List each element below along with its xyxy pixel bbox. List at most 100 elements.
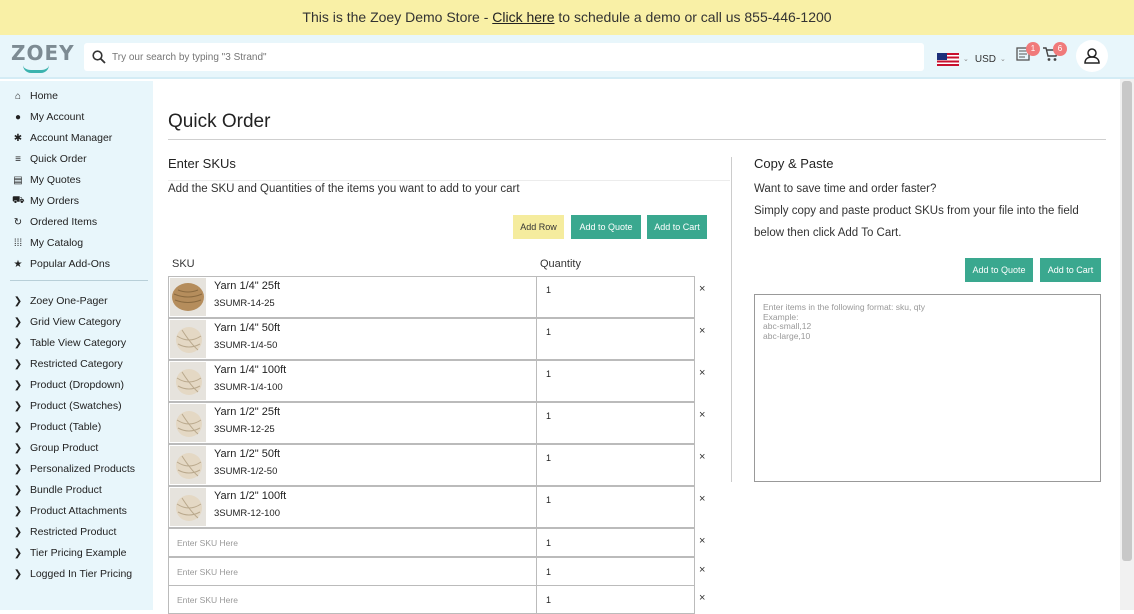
sidebar-category[interactable]: ❯ Product (Swatches) (12, 398, 122, 414)
chevron-right-icon: ❯ (13, 442, 23, 454)
sidebar-category[interactable]: ❯ Restricted Product (12, 524, 117, 540)
scrollbar-thumb[interactable] (1122, 81, 1132, 561)
search-input[interactable] (112, 47, 912, 67)
refresh-icon: ↻ (13, 216, 23, 228)
logo-text: ZOEY (11, 41, 75, 65)
quantity-input[interactable]: 1 (546, 453, 551, 463)
sidebar-item-my-catalog[interactable]: ⁞⁞⁞ My Catalog (12, 235, 83, 251)
zoey-logo[interactable]: ZOEY (11, 41, 74, 73)
sidebar-category[interactable]: ❯ Zoey One-Pager (12, 293, 108, 309)
remove-row-button[interactable]: × (699, 325, 705, 337)
chevron-right-icon: ❯ (13, 316, 23, 328)
add-to-cart-button[interactable]: Add to Cart (647, 215, 707, 239)
search-icon[interactable] (92, 50, 106, 64)
column-divider (536, 529, 537, 556)
add-row-button[interactable]: Add Row (513, 215, 564, 239)
sku-input[interactable]: Enter SKU Here (177, 595, 238, 605)
remove-row-button[interactable]: × (699, 592, 705, 604)
sidebar-item-home[interactable]: ⌂ Home (12, 88, 58, 104)
category-label: Group Product (30, 442, 99, 454)
section-vertical-divider (731, 157, 732, 482)
quote-list-button[interactable]: 1 (1015, 42, 1040, 65)
paste-add-to-cart-button[interactable]: Add to Cart (1040, 258, 1101, 282)
quote-icon: ▤ (13, 174, 23, 186)
sidebar-category[interactable]: ❯ Tier Pricing Example (12, 545, 127, 561)
sidebar-item-label: My Quotes (30, 174, 81, 186)
sidebar-category[interactable]: ❯ Grid View Category (12, 314, 121, 330)
paste-skus-textarea[interactable]: Enter items in the following format: sku… (754, 294, 1101, 482)
chevron-down-icon[interactable]: ⌄ (1000, 55, 1006, 63)
sidebar-category[interactable]: ❯ Group Product (12, 440, 99, 456)
remove-row-button[interactable]: × (699, 564, 705, 576)
cart-button[interactable]: 6 (1042, 42, 1067, 65)
product-name: Yarn 1/2" 50ft (214, 448, 281, 460)
column-divider (536, 277, 537, 317)
category-label: Product (Table) (30, 421, 102, 433)
logo-smile (23, 65, 49, 73)
column-divider (536, 403, 537, 443)
chevron-right-icon: ❯ (13, 568, 23, 580)
sku-input[interactable]: Enter SKU Here (177, 538, 238, 548)
remove-row-button[interactable]: × (699, 409, 705, 421)
enter-skus-description: Add the SKU and Quantities of the items … (168, 183, 520, 195)
yarn-ball-icon (176, 411, 202, 437)
quantity-input[interactable]: 1 (546, 285, 551, 295)
quantity-input[interactable]: 1 (546, 327, 551, 337)
chevron-right-icon: ❯ (13, 337, 23, 349)
sidebar-item-label: Ordered Items (30, 216, 98, 228)
column-divider (536, 445, 537, 485)
quantity-input[interactable]: 1 (546, 595, 551, 605)
sidebar-category[interactable]: ❯ Logged In Tier Pricing (12, 566, 132, 582)
sidebar-item-popular-add-ons[interactable]: ★ Popular Add-Ons (12, 256, 110, 272)
quantity-input[interactable]: 1 (546, 495, 551, 505)
sidebar-item-label: My Orders (30, 195, 80, 207)
sidebar-item-ordered-items[interactable]: ↻ Ordered Items (12, 214, 97, 230)
remove-row-button[interactable]: × (699, 493, 705, 505)
banner-demo-link[interactable]: Click here (492, 9, 554, 25)
remove-row-button[interactable]: × (699, 283, 705, 295)
table-row: Enter SKU Here 1 (168, 528, 695, 557)
quantity-input[interactable]: 1 (546, 411, 551, 421)
product-name: Yarn 1/4" 50ft (214, 322, 281, 334)
table-row: Yarn 1/4" 50ft 3SUMR-1/4-50 1 (168, 318, 695, 360)
sidebar-item-quick-order[interactable]: ≡ Quick Order (12, 151, 87, 167)
list-icon: ≡ (15, 153, 21, 165)
sidebar-category[interactable]: ❯ Table View Category (12, 335, 126, 351)
paste-add-to-quote-button[interactable]: Add to Quote (965, 258, 1033, 282)
sidebar-category[interactable]: ❯ Product (Dropdown) (12, 377, 124, 393)
yarn-ball-icon (176, 495, 202, 521)
user-circle-icon: ● (14, 111, 22, 123)
remove-row-button[interactable]: × (699, 367, 705, 379)
add-to-quote-button[interactable]: Add to Quote (571, 215, 641, 239)
cart-badge: 6 (1053, 42, 1067, 56)
sku-input[interactable]: Enter SKU Here (177, 567, 238, 577)
table-row: Enter SKU Here 1 (168, 557, 695, 586)
quantity-input[interactable]: 1 (546, 369, 551, 379)
product-thumbnail (170, 362, 206, 400)
quantity-input[interactable]: 1 (546, 567, 551, 577)
us-flag-icon[interactable] (937, 52, 959, 66)
page-scrollbar[interactable] (1120, 79, 1134, 610)
column-divider (536, 319, 537, 359)
product-name: Yarn 1/4" 25ft (214, 280, 281, 292)
sidebar-category[interactable]: ❯ Restricted Category (12, 356, 123, 372)
sidebar-item-my-quotes[interactable]: ▤ My Quotes (12, 172, 81, 188)
remove-row-button[interactable]: × (699, 451, 705, 463)
sidebar-category[interactable]: ❯ Bundle Product (12, 482, 102, 498)
chevron-down-icon[interactable]: ⌄ (963, 55, 969, 63)
quantity-input[interactable]: 1 (546, 538, 551, 548)
account-button[interactable] (1076, 40, 1108, 72)
sidebar-category[interactable]: ❯ Personalized Products (12, 461, 135, 477)
sidebar-item-my-account[interactable]: ● My Account (12, 109, 84, 125)
sidebar-item-label: My Catalog (30, 237, 84, 249)
sidebar-category[interactable]: ❯ Product Attachments (12, 503, 127, 519)
category-label: Product (Dropdown) (30, 379, 124, 391)
sidebar-item-label: Home (30, 90, 59, 102)
remove-row-button[interactable]: × (699, 535, 705, 547)
product-sku: 3SUMR-1/4-100 (214, 382, 283, 393)
sidebar-category[interactable]: ❯ Product (Table) (12, 419, 101, 435)
currency-select[interactable]: USD (975, 54, 996, 65)
user-icon (1084, 48, 1100, 64)
sidebar-item-my-orders[interactable]: ⛟ My Orders (12, 193, 79, 209)
sidebar-item-account-manager[interactable]: ✱ Account Manager (12, 130, 113, 146)
